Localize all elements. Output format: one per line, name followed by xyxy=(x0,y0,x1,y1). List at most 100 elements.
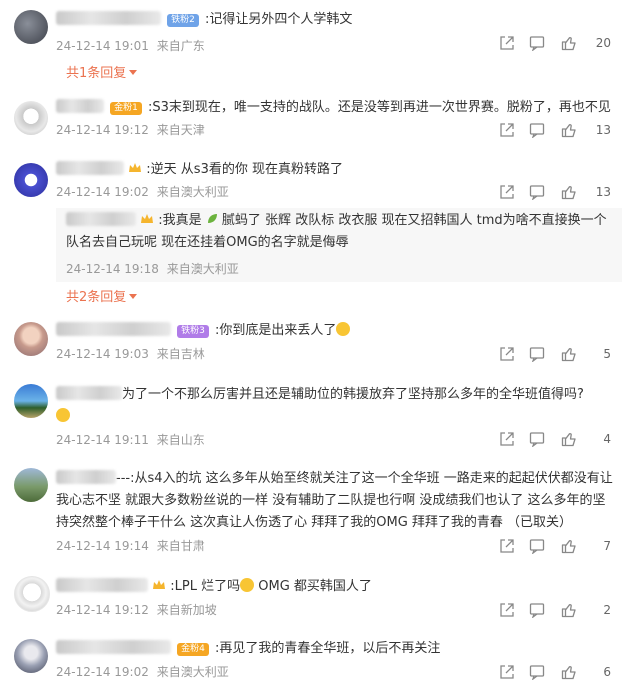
comment-meta: 24-12-14 19:14 来自甘肃 xyxy=(56,537,205,554)
comment-5: 为了一个不那么厉害并且还是辅助位的韩援放弃了坚持那么多年的全华班值得吗? 24-… xyxy=(0,384,627,448)
like-icon[interactable] xyxy=(561,346,577,362)
location: 来自山东 xyxy=(156,433,205,447)
crown-icon xyxy=(141,214,154,223)
like-count: 4 xyxy=(603,432,611,446)
reply-username[interactable] xyxy=(66,212,136,226)
share-icon[interactable] xyxy=(499,122,515,138)
location: 来自新加坡 xyxy=(156,603,217,617)
fan-badge: 金粉1 xyxy=(110,102,142,115)
like-icon[interactable] xyxy=(561,538,577,554)
username[interactable] xyxy=(56,470,116,484)
comment-text: 为了一个不那么厉害并且还是辅助位的韩援放弃了坚持那么多年的全华班值得吗? xyxy=(122,387,584,402)
avatar[interactable] xyxy=(14,322,48,356)
crown-icon xyxy=(129,163,142,172)
like-count: 2 xyxy=(603,603,611,617)
comment-icon[interactable] xyxy=(529,431,545,447)
actions: 4 xyxy=(499,431,611,449)
share-icon[interactable] xyxy=(499,538,515,554)
chevron-down-icon xyxy=(129,294,138,299)
comment-icon[interactable] xyxy=(529,122,545,138)
timestamp: 24-12-14 19:02 xyxy=(56,185,149,199)
actions: 5 xyxy=(499,346,611,364)
view-replies-link[interactable]: 共2条回复 xyxy=(66,286,138,305)
avatar[interactable] xyxy=(14,639,48,673)
like-icon[interactable] xyxy=(561,431,577,447)
timestamp: 24-12-14 19:14 xyxy=(56,539,149,553)
comment-icon[interactable] xyxy=(529,538,545,554)
comment-2: 金粉1 :S3末到现在，唯一支持的战队。还是没等到再进一次世界赛。脱粉了，再也不… xyxy=(0,96,627,156)
share-icon[interactable] xyxy=(499,602,515,618)
comment-meta: 24-12-14 19:02 来自澳大利亚 xyxy=(56,183,229,200)
avatar[interactable] xyxy=(14,576,50,612)
comment-meta: 24-12-14 19:01 来自广东 xyxy=(56,37,205,54)
comment-icon[interactable] xyxy=(529,346,545,362)
avatar[interactable] xyxy=(14,468,48,502)
comment-8: 金粉4 :再见了我的青春全华班，以后不再关注 24-12-14 19:02 来自… xyxy=(0,638,627,682)
replies-label: 共2条回复 xyxy=(66,290,127,305)
username[interactable] xyxy=(56,322,171,336)
comment-text: :S3末到现在，唯一支持的战队。还是没等到再进一次世界赛。脱粉了，再也不见 xyxy=(148,100,611,115)
fan-badge: 铁粉3 xyxy=(177,325,209,338)
share-icon[interactable] xyxy=(499,35,515,51)
avatar[interactable] xyxy=(14,10,48,44)
timestamp: 24-12-14 19:12 xyxy=(56,123,149,137)
actions: 13 xyxy=(499,184,611,202)
comment-icon[interactable] xyxy=(529,35,545,51)
comment-1: 铁粉2 :记得让另外四个人学韩文 24-12-14 19:01 来自广东 20 … xyxy=(0,0,627,81)
comment-meta: 24-12-14 19:03 来自吉林 xyxy=(56,345,205,362)
comment-text-cont: OMG 都买韩国人了 xyxy=(254,579,372,594)
comment-icon[interactable] xyxy=(529,664,545,680)
location: 来自澳大利亚 xyxy=(156,665,229,679)
username[interactable] xyxy=(56,386,122,400)
comment-7: :LPL 烂了吗 OMG 都买韩国人了 24-12-14 19:12 来自新加坡… xyxy=(0,576,627,620)
comment-icon[interactable] xyxy=(529,602,545,618)
comment-icon[interactable] xyxy=(529,184,545,200)
username[interactable] xyxy=(56,99,104,113)
username[interactable] xyxy=(56,578,148,592)
like-icon[interactable] xyxy=(561,602,577,618)
like-icon[interactable] xyxy=(561,664,577,680)
share-icon[interactable] xyxy=(499,184,515,200)
like-count: 20 xyxy=(595,36,611,50)
crown-icon xyxy=(153,580,166,589)
comment-text: :逆天 从s3看的你 现在真粉转路了 xyxy=(146,162,343,177)
like-icon[interactable] xyxy=(561,35,577,51)
location: 来自澳大利亚 xyxy=(156,185,229,199)
comment-meta: 24-12-14 19:12 来自天津 xyxy=(56,121,205,138)
comment-text: :你到底是出来丢人了 xyxy=(215,323,337,338)
leaf-emoji-icon xyxy=(207,214,217,223)
comment-6: ---:从s4入的坑 这么多年从始至终就关注了这一个全华班 一路走来的起起伏伏都… xyxy=(0,468,627,558)
share-icon[interactable] xyxy=(499,431,515,447)
username[interactable] xyxy=(56,640,171,654)
username[interactable] xyxy=(56,161,124,175)
chevron-down-icon xyxy=(129,70,138,75)
avatar[interactable] xyxy=(14,384,48,418)
timestamp: 24-12-14 19:02 xyxy=(56,665,149,679)
timestamp: 24-12-14 19:12 xyxy=(56,603,149,617)
share-icon[interactable] xyxy=(499,346,515,362)
location: 来自广东 xyxy=(156,39,205,53)
fan-badge: 铁粉2 xyxy=(167,14,199,27)
actions: 20 xyxy=(499,35,611,53)
cry-emoji-icon xyxy=(56,408,70,422)
comment-4: 铁粉3 :你到底是出来丢人了 24-12-14 19:03 来自吉林 5 xyxy=(0,320,627,364)
location: 来自吉林 xyxy=(156,347,205,361)
avatar[interactable] xyxy=(14,101,48,135)
timestamp: 24-12-14 19:11 xyxy=(56,433,149,447)
replies-label: 共1条回复 xyxy=(66,66,127,81)
like-count: 7 xyxy=(603,539,611,553)
username[interactable] xyxy=(56,11,161,25)
cry-laugh-emoji-icon xyxy=(240,578,255,592)
comment-meta: 24-12-14 19:11 来自山东 xyxy=(56,431,205,448)
comment-text: :记得让另外四个人学韩文 xyxy=(205,12,353,27)
comment-3: :逆天 从s3看的你 现在真粉转路了 24-12-14 19:02 来自澳大利亚… xyxy=(0,158,627,308)
like-icon[interactable] xyxy=(561,184,577,200)
reply-text: :我真是 xyxy=(158,213,206,228)
avatar[interactable] xyxy=(14,163,48,197)
like-count: 13 xyxy=(595,123,611,137)
laugh-emoji-icon xyxy=(336,322,351,336)
share-icon[interactable] xyxy=(499,664,515,680)
view-replies-link[interactable]: 共1条回复 xyxy=(66,62,138,81)
location: 来自甘肃 xyxy=(156,539,205,553)
like-icon[interactable] xyxy=(561,122,577,138)
